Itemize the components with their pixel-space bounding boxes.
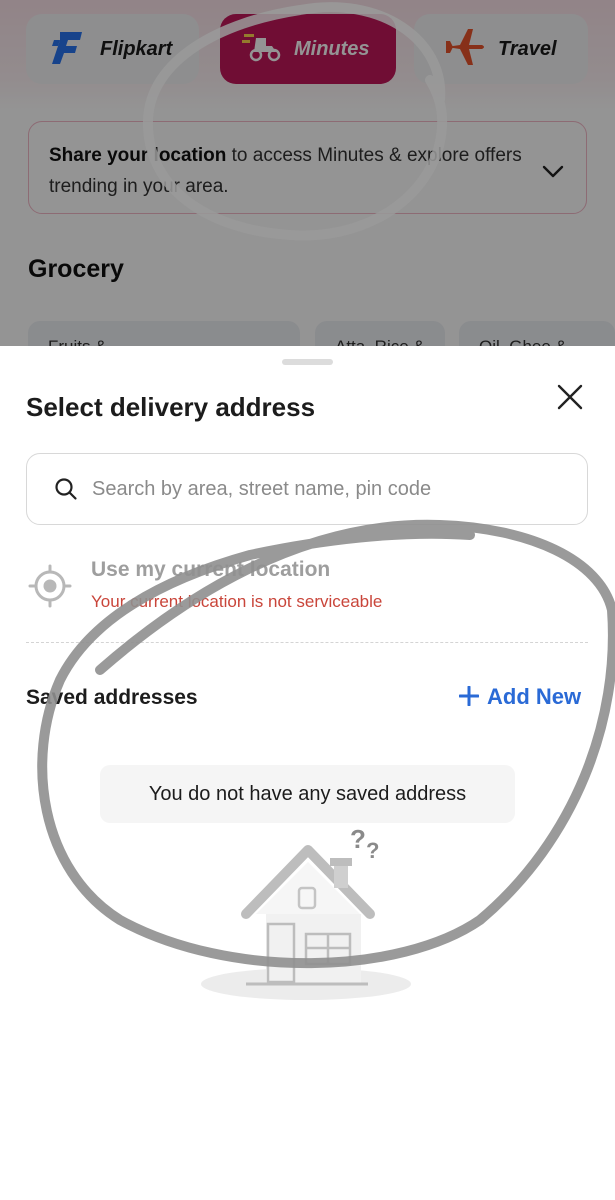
add-new-label: Add New xyxy=(487,684,582,709)
empty-house-illustration: ? ? xyxy=(196,824,416,1009)
search-icon xyxy=(54,477,78,501)
sheet-drag-handle[interactable] xyxy=(282,359,333,365)
empty-state-message: You do not have any saved address xyxy=(100,765,515,823)
close-button[interactable] xyxy=(553,382,587,416)
use-current-location[interactable]: Use my current location Your current loc… xyxy=(28,556,588,616)
current-location-label: Use my current location xyxy=(91,558,331,581)
delivery-address-sheet: Select delivery address Use my current l… xyxy=(0,346,615,1200)
svg-text:?: ? xyxy=(366,838,379,863)
location-target-icon xyxy=(28,564,72,613)
saved-addresses-title: Saved addresses xyxy=(26,686,198,709)
modal-backdrop[interactable] xyxy=(0,0,615,346)
search-box[interactable] xyxy=(26,453,588,525)
divider xyxy=(26,642,588,643)
close-icon xyxy=(556,383,584,416)
search-input[interactable] xyxy=(92,477,552,501)
plus-icon xyxy=(458,685,480,708)
svg-text:?: ? xyxy=(350,824,366,854)
sheet-title: Select delivery address xyxy=(26,392,316,422)
current-location-error: Your current location is not serviceable xyxy=(91,592,383,611)
add-new-address-button[interactable]: Add New xyxy=(458,684,582,710)
